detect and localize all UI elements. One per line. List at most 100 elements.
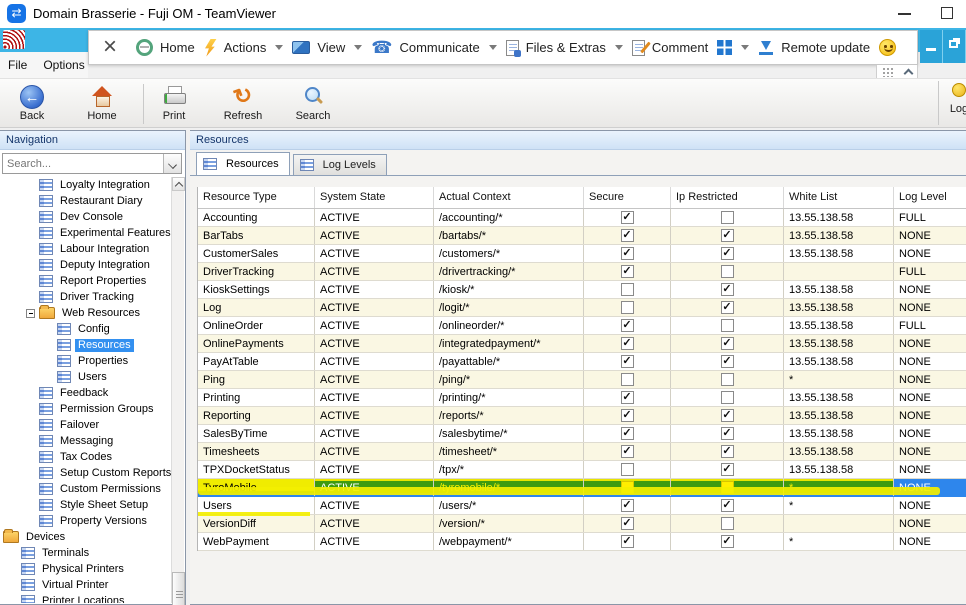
collapse-minus-icon[interactable] (26, 309, 35, 318)
column-header-actual-context[interactable]: Actual Context (434, 187, 584, 208)
tv-files-extras-button[interactable]: Files & Extras (506, 40, 623, 56)
table-row[interactable]: KioskSettings ACTIVE /kiosk/* 13.55.138.… (198, 281, 966, 299)
tree-item[interactable]: Terminals (1, 545, 172, 561)
secure-checkbox[interactable] (621, 211, 634, 224)
secure-checkbox[interactable] (621, 427, 634, 440)
secure-checkbox[interactable] (621, 445, 634, 458)
log-button[interactable]: Log (944, 83, 966, 123)
tree-item[interactable]: Properties (1, 353, 172, 369)
tv-actions-button[interactable]: Actions (204, 39, 284, 57)
tree-item[interactable]: Permission Groups (1, 401, 172, 417)
secure-checkbox[interactable] (621, 229, 634, 242)
table-row[interactable]: BarTabs ACTIVE /bartabs/* 13.55.138.58 N… (198, 227, 966, 245)
tree-item[interactable]: Dev Console (1, 209, 172, 225)
ip-restricted-checkbox[interactable] (721, 337, 734, 350)
secure-checkbox[interactable] (621, 355, 634, 368)
ip-restricted-checkbox[interactable] (721, 517, 734, 530)
tree-item[interactable]: Users (1, 369, 172, 385)
tree-item[interactable]: Feedback (1, 385, 172, 401)
secure-checkbox[interactable] (621, 301, 634, 314)
tree-item[interactable]: Config (1, 321, 172, 337)
table-row[interactable]: OnlinePayments ACTIVE /integratedpayment… (198, 335, 966, 353)
ip-restricted-checkbox[interactable] (721, 409, 734, 422)
search-dropdown-button[interactable] (163, 154, 181, 173)
column-header-white-list[interactable]: White List (784, 187, 894, 208)
table-row[interactable]: VersionDiff ACTIVE /version/* NONE (198, 515, 966, 533)
ip-restricted-checkbox[interactable] (721, 355, 734, 368)
tree-item[interactable]: Loyalty Integration (1, 177, 172, 193)
tab-resources[interactable]: Resources (196, 152, 290, 175)
secure-checkbox[interactable] (621, 391, 634, 404)
ip-restricted-checkbox[interactable] (721, 265, 734, 278)
secure-checkbox[interactable] (621, 337, 634, 350)
secure-checkbox[interactable] (621, 265, 634, 278)
ip-restricted-checkbox[interactable] (721, 535, 734, 548)
table-row[interactable]: Reporting ACTIVE /reports/* 13.55.138.58… (198, 407, 966, 425)
tree-item[interactable]: Property Versions (1, 513, 172, 529)
secure-checkbox[interactable] (621, 499, 634, 512)
column-header-system-state[interactable]: System State (315, 187, 434, 208)
column-header-log-level[interactable]: Log Level (894, 187, 966, 208)
feedback-smiley-icon[interactable] (879, 39, 896, 56)
search-input[interactable] (3, 154, 163, 173)
column-header-secure[interactable]: Secure (584, 187, 671, 208)
ip-restricted-checkbox[interactable] (721, 247, 734, 260)
tree-item[interactable]: Driver Tracking (1, 289, 172, 305)
ip-restricted-checkbox[interactable] (721, 391, 734, 404)
tree-scrollbar[interactable] (171, 177, 184, 603)
secure-checkbox[interactable] (621, 319, 634, 332)
tree-item[interactable]: Labour Integration (1, 241, 172, 257)
table-row[interactable]: WebPayment ACTIVE /webpayment/* * NONE (198, 533, 966, 551)
tv-comment-button[interactable]: Comment (632, 40, 708, 56)
secure-checkbox[interactable] (621, 283, 634, 296)
secure-checkbox[interactable] (621, 463, 634, 476)
tree-item[interactable]: Virtual Printer (1, 577, 172, 593)
print-button[interactable]: Print (148, 83, 200, 125)
ip-restricted-checkbox[interactable] (721, 445, 734, 458)
tree-item[interactable]: Setup Custom Reports (1, 465, 172, 481)
tree-item[interactable]: Web Resources (1, 305, 172, 321)
table-row[interactable]: PayAtTable ACTIVE /payattable/* 13.55.13… (198, 353, 966, 371)
table-row[interactable]: Printing ACTIVE /printing/* 13.55.138.58… (198, 389, 966, 407)
ip-restricted-checkbox[interactable] (721, 463, 734, 476)
secure-checkbox[interactable] (621, 373, 634, 386)
window-minimize-button[interactable] (898, 13, 911, 15)
tv-remote-update-button[interactable]: Remote update (758, 40, 870, 56)
refresh-button[interactable]: ↻ Refresh (217, 83, 269, 125)
menu-file[interactable]: File (8, 58, 27, 72)
table-row[interactable]: Users ACTIVE /users/* * NONE (198, 497, 966, 515)
ip-restricted-checkbox[interactable] (721, 427, 734, 440)
table-row[interactable]: Accounting ACTIVE /accounting/* 13.55.13… (198, 209, 966, 227)
ip-restricted-checkbox[interactable] (721, 211, 734, 224)
tree-item[interactable]: Custom Permissions (1, 481, 172, 497)
table-row[interactable]: Timesheets ACTIVE /timesheet/* 13.55.138… (198, 443, 966, 461)
tv-windows-button[interactable] (717, 40, 749, 55)
tree-item[interactable]: Failover (1, 417, 172, 433)
tv-home-button[interactable]: Home (136, 39, 195, 56)
tv-restore-button[interactable] (943, 30, 966, 63)
scroll-up-button[interactable] (172, 177, 185, 191)
close-session-icon[interactable]: × (103, 36, 117, 58)
secure-checkbox[interactable] (621, 409, 634, 422)
window-maximize-button[interactable] (941, 7, 953, 19)
ip-restricted-checkbox[interactable] (721, 319, 734, 332)
table-row[interactable]: Log ACTIVE /logit/* 13.55.138.58 NONE (198, 299, 966, 317)
tab-log-levels[interactable]: Log Levels (293, 154, 387, 175)
tree-item[interactable]: Messaging (1, 433, 172, 449)
tv-view-button[interactable]: View (292, 40, 362, 55)
back-button[interactable]: ← Back (6, 83, 58, 125)
table-row[interactable]: CustomerSales ACTIVE /customers/* 13.55.… (198, 245, 966, 263)
tree-item[interactable]: Printer Locations (1, 593, 172, 603)
tree-item[interactable]: Deputy Integration (1, 257, 172, 273)
tv-communicate-button[interactable]: ☎ Communicate (371, 39, 496, 56)
table-row[interactable]: TPXDocketStatus ACTIVE /tpx/* 13.55.138.… (198, 461, 966, 479)
ip-restricted-checkbox[interactable] (721, 229, 734, 242)
tree-item[interactable]: Experimental Features (1, 225, 172, 241)
secure-checkbox[interactable] (621, 535, 634, 548)
tree-item[interactable]: Report Properties (1, 273, 172, 289)
ip-restricted-checkbox[interactable] (721, 499, 734, 512)
tree-item[interactable]: Devices (1, 529, 172, 545)
home-button[interactable]: Home (76, 83, 128, 125)
menu-options[interactable]: Options (43, 58, 84, 72)
tree-item[interactable]: Resources (1, 337, 172, 353)
